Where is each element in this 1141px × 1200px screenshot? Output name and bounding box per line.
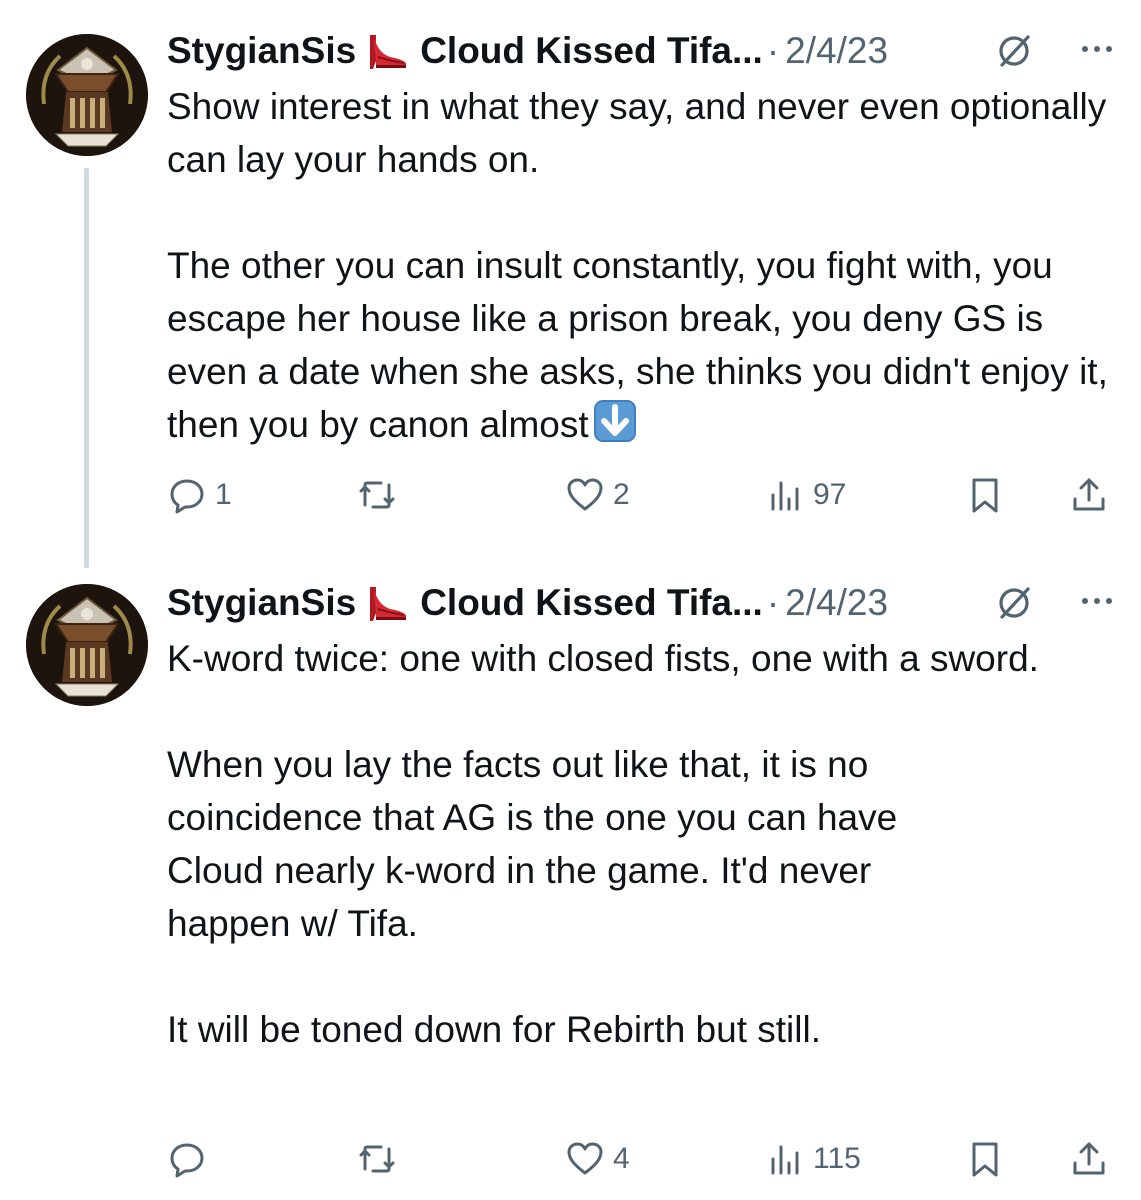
retweet-button[interactable]	[357, 1134, 405, 1184]
like-button[interactable]: 4	[565, 1134, 630, 1184]
retweet-button[interactable]	[357, 470, 405, 520]
author-name[interactable]: StygianSis	[167, 30, 356, 72]
like-button[interactable]: 2	[565, 470, 630, 520]
tweet[interactable]: StygianSis Cloud Kissed Tifa... · 2/4/23	[0, 560, 1141, 1200]
tweet-date[interactable]: 2/4/23	[785, 582, 888, 624]
grok-icon[interactable]	[995, 32, 1033, 70]
more-options-icon[interactable]	[1077, 586, 1117, 616]
more-options-icon[interactable]	[1077, 34, 1117, 64]
separator-dot: ·	[766, 582, 780, 623]
down-arrow-emoji-icon	[593, 399, 637, 443]
bookmark-icon	[965, 475, 1005, 515]
bookmark-button[interactable]	[965, 470, 1005, 520]
heart-icon	[565, 475, 605, 515]
high-heel-shoe-icon	[364, 583, 410, 623]
share-icon	[1069, 475, 1109, 515]
views-count: 115	[813, 1142, 861, 1175]
tweet-text: Show interest in what they say, and neve…	[167, 80, 1127, 451]
share-button[interactable]	[1069, 1134, 1109, 1184]
like-count: 2	[613, 478, 630, 511]
tweet-actions: 4 115	[167, 1134, 1117, 1184]
reply-button[interactable]: 1	[167, 470, 232, 520]
like-count: 4	[613, 1142, 630, 1175]
author-name-suffix[interactable]: Cloud Kissed Tifa...	[420, 582, 763, 624]
views-button[interactable]: 115	[765, 1134, 861, 1184]
retweet-icon	[357, 1139, 397, 1179]
bookmark-icon	[965, 1139, 1005, 1179]
heart-icon	[565, 1139, 605, 1179]
avatar[interactable]	[26, 584, 148, 706]
separator-dot: ·	[766, 30, 780, 71]
tweet-header: StygianSis Cloud Kissed Tifa... · 2/4/23	[167, 26, 1121, 76]
share-icon	[1069, 1139, 1109, 1179]
tweet-paragraph: Show interest in what they say, and neve…	[167, 86, 1107, 180]
high-heel-shoe-icon	[364, 31, 410, 71]
tweet[interactable]: StygianSis Cloud Kissed Tifa... · 2/4/23	[0, 0, 1141, 568]
retweet-icon	[357, 475, 397, 515]
views-chart-icon	[765, 1139, 805, 1179]
views-chart-icon	[765, 475, 805, 515]
reply-count: 1	[215, 478, 232, 511]
tweet-text: K-word twice: one with closed fists, one…	[167, 632, 1127, 1056]
tweet-date[interactable]: 2/4/23	[785, 30, 888, 72]
tweet-actions: 1 2 97	[167, 470, 1117, 520]
reply-icon	[167, 475, 207, 515]
reply-icon	[167, 1139, 207, 1179]
tweet-paragraph-text: The other you can insult constantly, you…	[167, 245, 1108, 445]
bookmark-button[interactable]	[965, 1134, 1005, 1184]
share-button[interactable]	[1069, 470, 1109, 520]
tweet-paragraph: When you lay the facts out like that, it…	[167, 744, 898, 944]
avatar[interactable]	[26, 34, 148, 156]
thread-connector-line	[84, 168, 89, 568]
views-count: 97	[813, 478, 847, 511]
tweet-header: StygianSis Cloud Kissed Tifa... · 2/4/23	[167, 578, 1121, 628]
author-name-suffix[interactable]: Cloud Kissed Tifa...	[420, 30, 763, 72]
views-button[interactable]: 97	[765, 470, 846, 520]
grok-icon[interactable]	[995, 584, 1033, 622]
author-name[interactable]: StygianSis	[167, 582, 356, 624]
tweet-paragraph: K-word twice: one with closed fists, one…	[167, 638, 1039, 679]
tweet-paragraph: It will be toned down for Rebirth but st…	[167, 1009, 821, 1050]
tweet-paragraph: The other you can insult constantly, you…	[167, 239, 1127, 451]
reply-button[interactable]	[167, 1134, 215, 1184]
